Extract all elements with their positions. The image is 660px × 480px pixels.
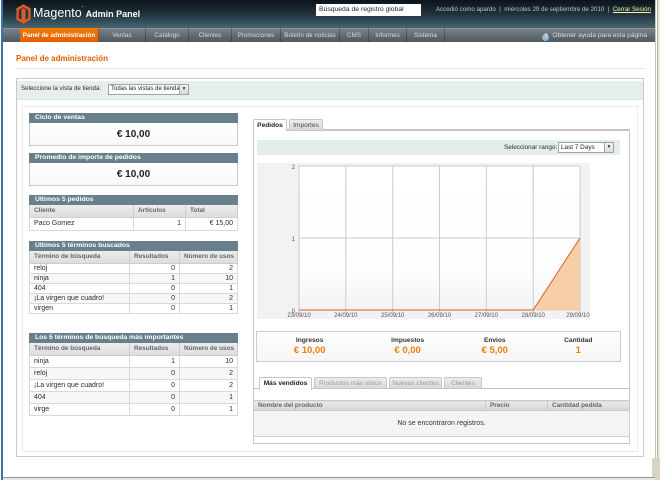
- svg-text:28/09/10: 28/09/10: [522, 313, 546, 319]
- svg-text:23/09/10: 23/09/10: [287, 313, 311, 319]
- svg-text:29/09/10: 29/09/10: [566, 313, 590, 319]
- svg-text:24/09/10: 24/09/10: [334, 313, 358, 319]
- svg-text:25/09/10: 25/09/10: [381, 313, 405, 319]
- svg-text:26/09/10: 26/09/10: [428, 313, 452, 319]
- svg-text:27/09/10: 27/09/10: [475, 313, 499, 319]
